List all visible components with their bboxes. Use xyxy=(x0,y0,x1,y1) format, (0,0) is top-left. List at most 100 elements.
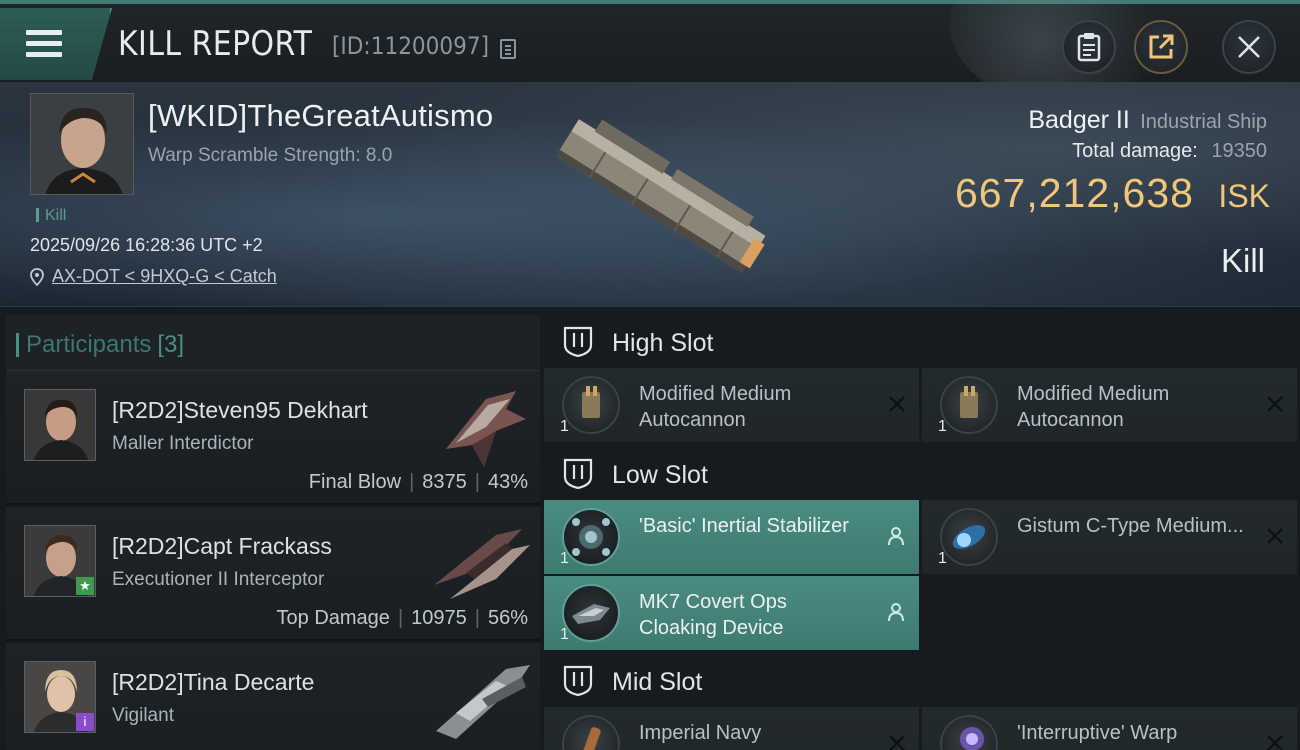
module-quantity: 1 xyxy=(560,418,569,435)
module-card[interactable]: 1 MK7 Covert Ops Cloaking Device xyxy=(544,576,919,650)
victim-ship-image xyxy=(555,119,766,274)
destroyed-x-icon xyxy=(1267,396,1283,412)
stat-label: Final Blow xyxy=(308,471,402,493)
inertial-stabilizer-icon xyxy=(562,508,620,566)
close-button[interactable] xyxy=(1222,20,1276,74)
victim-name[interactable]: [WKID]TheGreatAutismo xyxy=(148,98,493,134)
participant-stats: Top Damage | 10975 | 56% xyxy=(276,607,528,629)
damage-percent: 56% xyxy=(487,607,528,629)
participant-name[interactable]: [R2D2]Capt Frackass xyxy=(112,533,332,560)
hamburger-icon xyxy=(26,30,62,58)
isk-unit: ISK xyxy=(1218,178,1270,214)
character-avatar-icon xyxy=(25,390,95,460)
damage-percent: 43% xyxy=(487,471,528,493)
stat-label: Top Damage xyxy=(276,607,390,629)
page-title: KILL REPORT xyxy=(118,24,313,64)
mid-slot-header: Mid Slot xyxy=(540,650,1300,710)
module-card[interactable]: 1 Gistum C-Type Medium... xyxy=(922,500,1297,574)
module-quantity: 1 xyxy=(560,626,569,643)
shield-booster-icon xyxy=(940,508,998,566)
clipboard-button[interactable] xyxy=(1062,20,1116,74)
close-icon xyxy=(1238,36,1260,58)
low-slot-icon xyxy=(563,458,593,489)
destroyed-x-icon xyxy=(1267,528,1283,544)
module-quantity: 1 xyxy=(938,550,947,567)
victim-subtitle: Warp Scramble Strength: 8.0 xyxy=(148,145,393,166)
module-card[interactable]: 'Interruptive' Warp xyxy=(922,707,1297,750)
ship-info: Badger II Industrial Ship xyxy=(1028,106,1267,135)
module-icon xyxy=(562,715,620,750)
participant-name[interactable]: [R2D2]Steven95 Dekhart xyxy=(112,397,368,424)
module-card[interactable]: 1 'Basic' Inertial Stabilizer xyxy=(544,500,919,574)
participant-avatar[interactable]: i xyxy=(24,661,96,733)
kill-tag: Kill xyxy=(36,207,66,225)
menu-button[interactable] xyxy=(0,8,112,80)
kill-timestamp: 2025/09/26 16:28:36 UTC +2 xyxy=(30,235,263,255)
autocannon-icon xyxy=(562,376,620,434)
participant-row[interactable]: ★ [R2D2]Capt Frackass Executioner II Int… xyxy=(6,507,540,641)
dropped-person-icon xyxy=(888,603,904,622)
copy-icon[interactable] xyxy=(500,39,516,59)
autocannon-icon xyxy=(940,376,998,434)
victim-portrait[interactable] xyxy=(30,93,134,195)
participants-header: Participants [3] xyxy=(6,315,540,371)
participant-stats: Final Blow | 8375 | 43% xyxy=(308,471,528,493)
participants-title: Participants [3] xyxy=(15,331,185,359)
warp-disruptor-icon xyxy=(940,715,998,750)
info-badge-icon: i xyxy=(76,713,94,731)
participant-ship: Vigilant xyxy=(112,705,174,726)
damage-value: 10975 xyxy=(411,607,467,629)
ship-class: Industrial Ship xyxy=(1140,111,1267,133)
participant-ship: Maller Interdictor xyxy=(112,433,254,454)
victim-panel: [WKID]TheGreatAutismo Warp Scramble Stre… xyxy=(0,82,1300,307)
participant-ship-image xyxy=(446,391,526,467)
character-avatar-icon xyxy=(31,94,133,194)
module-name: Modified Medium Autocannon xyxy=(639,383,792,431)
module-quantity: 1 xyxy=(560,550,569,567)
participants-label: Participants xyxy=(26,331,152,358)
mid-slot-icon xyxy=(563,665,593,696)
participant-avatar[interactable]: ★ xyxy=(24,525,96,597)
participant-ship: Executioner II Interceptor xyxy=(112,569,325,590)
module-name: 'Interruptive' Warp xyxy=(1017,722,1178,744)
module-name: MK7 Covert Ops Cloaking Device xyxy=(639,591,787,639)
module-name: Gistum C-Type Medium... xyxy=(1017,515,1244,537)
participant-row[interactable]: [R2D2]Steven95 Dekhart Maller Interdicto… xyxy=(6,371,540,505)
module-quantity: 1 xyxy=(938,418,947,435)
dropped-person-icon xyxy=(888,527,904,546)
location-pin-icon xyxy=(30,267,44,286)
kill-id: [ID:11200097] xyxy=(332,32,490,60)
top-bar: KILL REPORT [ID:11200097] xyxy=(0,0,1300,104)
total-damage-label: Total damage: xyxy=(1072,140,1198,162)
participant-name[interactable]: [R2D2]Tina Decarte xyxy=(112,669,314,696)
result-label: Kill xyxy=(1220,242,1265,279)
high-slot-header: High Slot xyxy=(540,311,1300,371)
share-button[interactable] xyxy=(1134,20,1188,74)
location-link[interactable]: AX-DOT < 9HXQ-G < Catch xyxy=(30,266,277,287)
module-name: Imperial Navy xyxy=(639,722,762,744)
star-badge-icon: ★ xyxy=(76,577,94,595)
damage-value: 8375 xyxy=(422,471,467,493)
clipboard-icon xyxy=(1077,33,1101,62)
ship-name[interactable]: Badger II xyxy=(1028,106,1129,134)
share-icon xyxy=(1149,34,1174,59)
module-card[interactable]: Imperial Navy xyxy=(544,707,919,750)
high-slot-icon xyxy=(563,326,593,357)
module-card[interactable]: 1 Modified Medium Autocannon xyxy=(544,368,919,442)
location-text[interactable]: AX-DOT < 9HXQ-G < Catch xyxy=(52,266,277,287)
high-slot-title: High Slot xyxy=(612,329,714,357)
isk-value: 667,212,638 xyxy=(954,170,1194,216)
cloaking-device-icon xyxy=(562,584,620,642)
participant-ship-image xyxy=(434,529,530,599)
isk-value-line: 667,212,638 ISK xyxy=(955,170,1270,217)
participant-avatar[interactable] xyxy=(24,389,96,461)
participants-panel: Participants [3] [R2D2]Steven95 Dekhart M… xyxy=(0,307,540,750)
participants-count: [3] xyxy=(157,331,185,358)
module-card[interactable]: 1 Modified Medium Autocannon xyxy=(922,368,1297,442)
participant-row[interactable]: i [R2D2]Tina Decarte Vigilant xyxy=(6,643,540,750)
module-name: 'Basic' Inertial Stabilizer xyxy=(639,515,849,537)
mid-slot-title: Mid Slot xyxy=(612,668,703,696)
low-slot-title: Low Slot xyxy=(612,461,708,489)
destroyed-x-icon xyxy=(1267,735,1283,750)
low-slot-header: Low Slot xyxy=(540,443,1300,503)
